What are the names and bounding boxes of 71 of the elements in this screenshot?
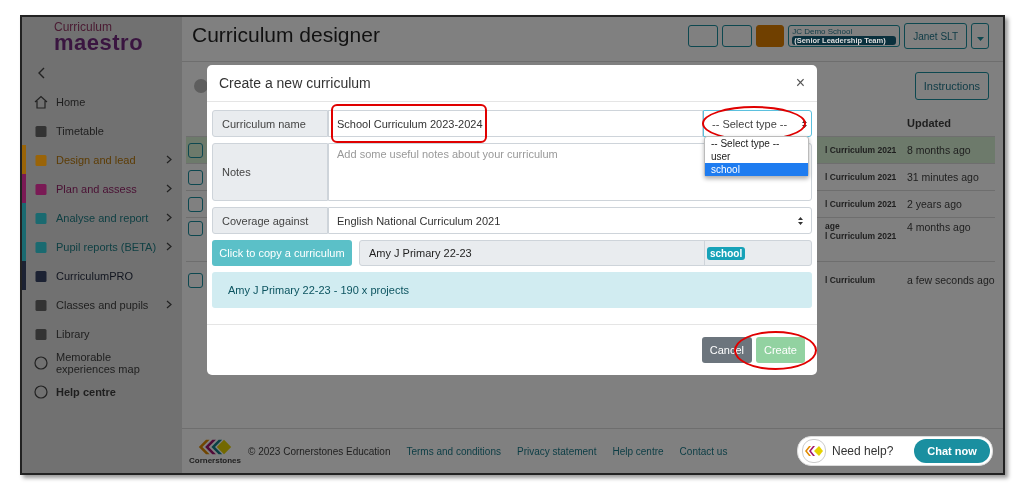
chevron-icon: [166, 242, 172, 251]
close-button[interactable]: ×: [795, 74, 805, 92]
curriculum-icon[interactable]: [188, 221, 203, 236]
nav-item[interactable]: Analyse and report: [22, 203, 182, 232]
chevron-icon: [166, 184, 172, 193]
chevron-icon: [166, 213, 172, 222]
column-header: Updated: [907, 117, 952, 129]
logo-caption: Curriculum: [54, 21, 113, 33]
search-button[interactable]: [722, 25, 753, 47]
curriculum-icon[interactable]: [188, 142, 203, 158]
field-label: Notes: [212, 143, 328, 201]
copyright-text: © 2023 Cornerstones Education: [248, 445, 391, 457]
nav-item[interactable]: Plan and assess: [22, 174, 182, 203]
chevron-icon: [166, 155, 172, 164]
dialog-title: Create a new curriculum: [219, 75, 371, 91]
sort-icon: [802, 119, 807, 128]
table-cell-text: 2 years ago: [907, 198, 963, 210]
curriculum-icon[interactable]: [188, 272, 203, 288]
school-name: JC Demo School: [792, 27, 854, 36]
notification-button[interactable]: [756, 25, 785, 47]
nav-item[interactable]: Memorable experiences map: [22, 348, 182, 377]
footer-link[interactable]: Contact us: [679, 445, 728, 457]
pin-button[interactable]: [688, 25, 719, 47]
nav-item[interactable]: CurriculumPRO: [22, 261, 182, 290]
table-cell-text: age: [825, 221, 841, 231]
nav-item[interactable]: Help centre: [22, 377, 182, 406]
cornerstones-logo: Cornerstones: [190, 437, 240, 465]
table-cell: a few seconds ago: [907, 274, 995, 286]
page-title: Curriculum designer: [192, 23, 381, 47]
dropdown-option[interactable]: school: [705, 163, 808, 176]
table-cell-text: l Curriculum 2021: [825, 231, 898, 241]
chevron-icon: [166, 300, 172, 309]
chat-now-button[interactable]: Chat now: [914, 439, 990, 463]
dropdown-option[interactable]: user: [705, 150, 808, 163]
footer-link[interactable]: Help centre: [612, 445, 664, 457]
user-menu-button[interactable]: [971, 23, 989, 49]
nav-item[interactable]: Timetable: [22, 116, 182, 145]
curriculum-icon[interactable]: [188, 169, 203, 185]
curriculum-icon[interactable]: [188, 196, 203, 212]
help-prompt: Need help?: [832, 444, 895, 458]
field-label: Coverage against: [212, 207, 328, 234]
nav-item[interactable]: Library: [22, 319, 182, 348]
footer-link[interactable]: Privacy statement: [516, 445, 597, 457]
curriculum-name: Amy J Primary 22-23: [360, 241, 705, 265]
footer-link[interactable]: Terms and conditions: [406, 445, 501, 457]
toggle-switch[interactable]: [194, 79, 208, 93]
sort-icon: [798, 216, 803, 225]
user-button[interactable]: Janet SLT: [904, 23, 967, 49]
table-cell-text: 8 months ago: [907, 144, 972, 156]
table-cell-text: 31 minutes ago: [907, 171, 980, 183]
caret-icon: [976, 36, 984, 41]
house-icon: [34, 94, 48, 109]
table-cell-text: l Curriculum 2021: [825, 145, 898, 155]
nav-item[interactable]: Classes and pupils: [22, 290, 182, 319]
nav-item[interactable]: Design and lead: [22, 145, 182, 174]
coverage-select[interactable]: English National Curriculum 2021: [328, 207, 812, 234]
info-alert: Amy J Primary 22-23 - 190 x projects: [212, 272, 812, 308]
nav-item[interactable]: Pupil reports (BETA): [22, 232, 182, 261]
collapse-icon[interactable]: [38, 67, 46, 79]
name-input[interactable]: School Curriculum 2023-2024: [328, 110, 703, 137]
copy-curriculum-button[interactable]: Click to copy a curriculum: [212, 240, 352, 266]
nav-item[interactable]: Home: [22, 87, 182, 116]
type-badge: school: [707, 246, 746, 260]
field-label: Curriculum name: [212, 110, 328, 137]
chat-logo-icon: [802, 439, 826, 463]
table-cell-text: 4 months ago: [907, 221, 972, 233]
table-cell-text: l Curriculum 2021: [825, 199, 898, 209]
table-cell-text: l Curriculum 2021: [825, 172, 898, 182]
table-cell-text: l Curriculum: [825, 275, 877, 285]
logo-wordmark: maestro: [54, 33, 145, 53]
instructions-button[interactable]: Instructions: [914, 72, 989, 100]
